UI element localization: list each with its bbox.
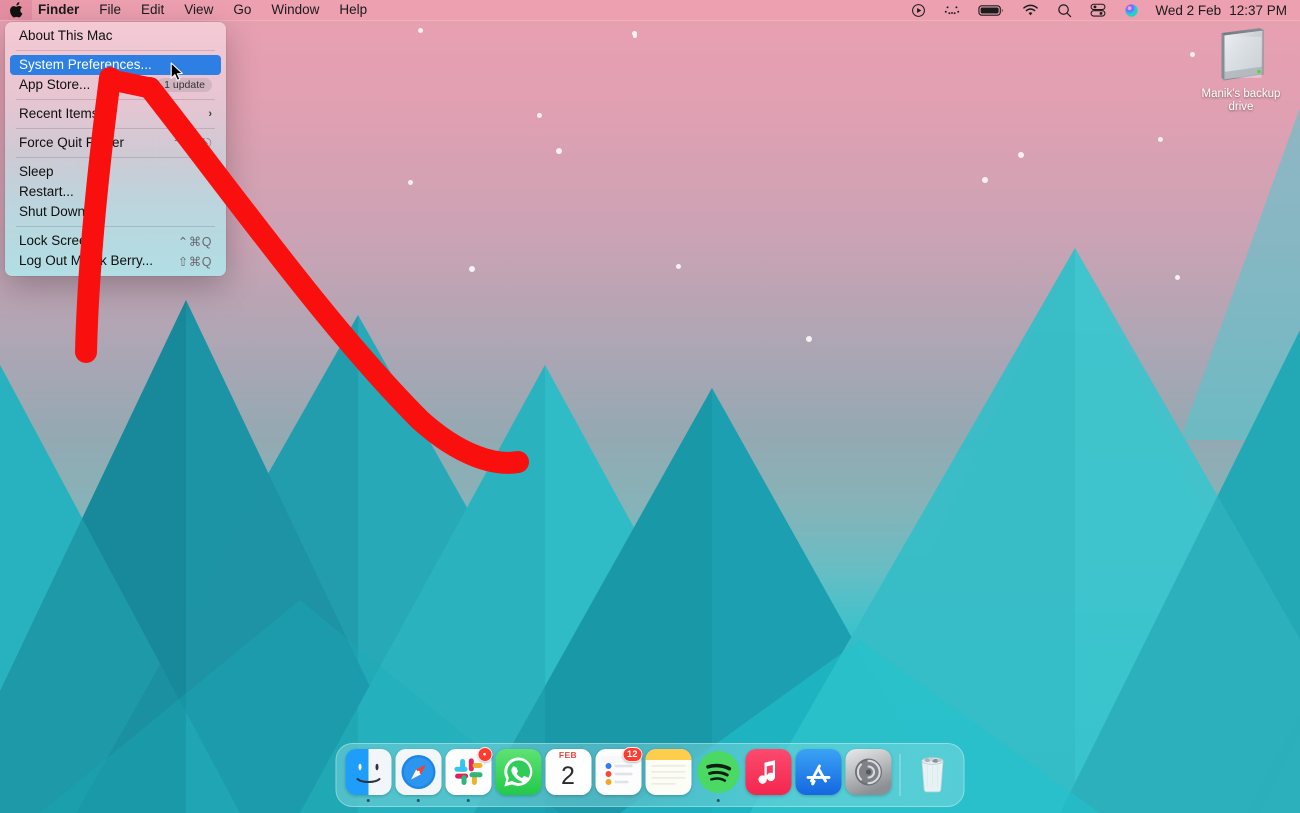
dock-item-trash[interactable] [909,746,956,804]
screen-recording-icon[interactable] [902,0,935,20]
music-icon [745,749,791,795]
menu-bar-clock[interactable]: Wed 2 Feb 12:37 PM [1148,3,1289,18]
running-indicator-dot [716,798,720,802]
menu-item-system-preferences[interactable]: System Preferences... [10,55,221,75]
menu-item-label: About This Mac [19,28,113,44]
menu-bar-item-window[interactable]: Window [261,0,329,20]
menu-bar-item-view[interactable]: View [174,0,223,20]
menu-item-trailing: › [208,108,212,120]
spotify-icon [695,749,741,795]
menu-bar-left: Finder File Edit View Go Window Help [0,0,377,20]
menu-bar-item-help[interactable]: Help [329,0,377,20]
dock-item-spotify[interactable] [695,746,742,804]
menu-bar-status-area: Wed 2 Feb 12:37 PM [902,0,1300,20]
menu-item-label: Lock Screen [19,233,95,249]
dock-item-calendar[interactable]: FEB 2 [545,746,592,804]
menu-item-label: Force Quit Finder [19,135,125,151]
menu-item-trailing: ⇧⌘Q [178,254,212,269]
menu-item-sleep[interactable]: Sleep [10,162,221,182]
search-spotlight-icon[interactable] [1048,0,1081,20]
dock-separator [899,754,901,796]
menu-item-restart[interactable]: Restart... [10,182,221,202]
control-center-icon[interactable] [1081,0,1115,20]
slack-icon: • [445,747,492,795]
keyboard-shortcut: ⌥⌘⎋ [173,136,212,150]
menu-bar: Finder File Edit View Go Window Help Wed… [0,0,1300,21]
menu-item-force-quit-finder[interactable]: Force Quit Finder ⌥⌘⎋ [10,133,221,153]
clock-date: Wed 2 Feb [1155,2,1222,18]
system-preferences-icon [845,749,891,795]
chevron-right-icon: › [208,108,212,120]
menu-item-trailing: 1 update [157,78,212,92]
keyboard-shortcut: ⌃⌘Q [177,234,212,249]
reminders-notification-badge: 12 [622,747,642,762]
menu-separator [16,226,215,227]
menu-item-recent-items[interactable]: Recent Items › [10,104,221,124]
desktop-icon-label: Manik's backup drive [1201,88,1281,113]
running-indicator-dot [466,798,470,802]
menu-item-app-store[interactable]: App Store... 1 update [10,75,221,95]
app-store-icon [795,749,841,795]
siri-icon[interactable] [1115,0,1148,20]
dock-item-safari[interactable] [395,746,442,804]
menu-separator [16,157,215,158]
menu-item-label: Restart... [19,184,74,200]
menu-item-log-out[interactable]: Log Out Manik Berry... ⇧⌘Q [10,251,221,271]
menu-item-shut-down[interactable]: Shut Down... [10,202,221,222]
dock-item-finder[interactable] [345,746,392,804]
menu-item-label: Log Out Manik Berry... [19,253,154,269]
dock-item-notes[interactable] [645,746,692,804]
keyboard-shortcut: ⇧⌘Q [177,254,212,269]
calendar-icon: FEB 2 [545,749,591,795]
menu-bar-item-file[interactable]: File [89,0,131,20]
menu-bar-item-go[interactable]: Go [223,0,261,20]
menu-separator [16,128,215,129]
menu-item-lock-screen[interactable]: Lock Screen ⌃⌘Q [10,231,221,251]
menu-item-label: Shut Down... [19,204,97,220]
notes-icon [645,749,691,795]
menu-separator [16,99,215,100]
wifi-icon[interactable] [1013,0,1048,20]
reminders-icon: 12 [595,747,642,795]
finder-icon [345,749,391,795]
trash-icon [909,749,955,795]
running-indicator-dot [366,798,370,802]
dock-item-whatsapp[interactable] [495,746,542,804]
dock-item-app-store[interactable] [795,746,842,804]
menu-item-trailing: ⌃⌘Q [178,234,212,249]
apple-menu-dropdown[interactable]: About This Mac System Preferences... App… [5,22,226,276]
dock-item-system-preferences[interactable] [845,746,892,804]
dock-item-reminders[interactable]: 12 [595,746,642,804]
whatsapp-icon [495,749,541,795]
menu-separator [16,50,215,51]
app-store-update-badge: 1 update [157,78,212,92]
external-hard-drive-icon [1221,28,1264,81]
apple-logo-icon[interactable] [0,0,32,20]
menu-item-trailing: ⌥⌘⎋ [174,135,212,151]
mouse-cursor-icon [170,62,184,87]
battery-icon[interactable] [969,0,1013,20]
dock-item-music[interactable] [745,746,792,804]
desktop-icon-backup-drive[interactable]: Manik's backup drive [1192,26,1290,114]
dock[interactable]: • FEB 2 12 [335,743,965,807]
menu-item-label: System Preferences... [19,57,152,73]
menu-bar-item-edit[interactable]: Edit [131,0,174,20]
menu-item-label: Sleep [19,164,54,180]
menu-item-about-this-mac[interactable]: About This Mac [10,26,221,46]
menu-item-label: Recent Items [19,106,99,122]
slack-notification-badge: • [477,747,492,762]
dots-pattern-icon[interactable] [935,0,969,20]
menu-item-label: App Store... [19,77,91,93]
calendar-day-label: 2 [561,761,575,790]
menu-bar-item-finder[interactable]: Finder [32,0,89,20]
clock-time: 12:37 PM [1229,2,1287,18]
running-indicator-dot [416,798,420,802]
dock-item-slack[interactable]: • [445,746,492,804]
safari-icon [395,749,441,795]
